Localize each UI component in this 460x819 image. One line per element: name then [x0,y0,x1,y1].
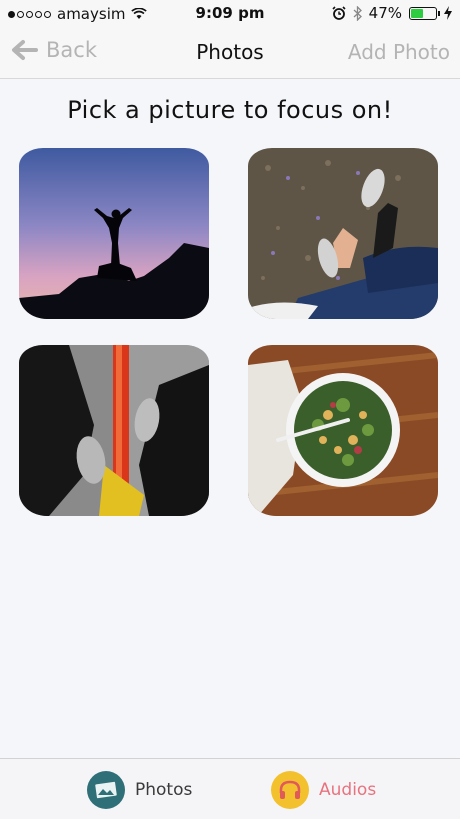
charging-icon [444,6,452,20]
tab-bar: Photos Audios [0,758,460,819]
photos-icon [87,771,125,809]
status-right: 47% [332,4,452,22]
photo-cycling-pedals[interactable] [19,345,209,516]
battery-percent: 47% [368,4,402,22]
tab-audios[interactable]: Audios [271,771,376,809]
back-arrow-icon [12,40,38,60]
photo-sunset-silhouette[interactable] [19,148,209,319]
back-button[interactable]: Back [10,38,97,62]
pick-picture-heading: Pick a picture to focus on! [67,96,393,124]
battery-icon [409,6,440,20]
photo-salad-bowl[interactable] [248,345,438,516]
navigation-bar: Back Photos Add Photo [0,28,460,79]
add-photo-button[interactable]: Add Photo [348,40,450,64]
headphones-icon [271,771,309,809]
tab-photos[interactable]: Photos [87,771,192,809]
back-label: Back [46,38,97,62]
status-bar: amaysim 9:09 pm 47% [0,0,460,28]
tab-photos-label: Photos [135,780,193,800]
photo-feet-gravel[interactable] [248,148,438,319]
tab-audios-label: Audios [319,780,377,800]
alarm-icon [332,6,346,20]
bluetooth-icon [353,5,362,21]
